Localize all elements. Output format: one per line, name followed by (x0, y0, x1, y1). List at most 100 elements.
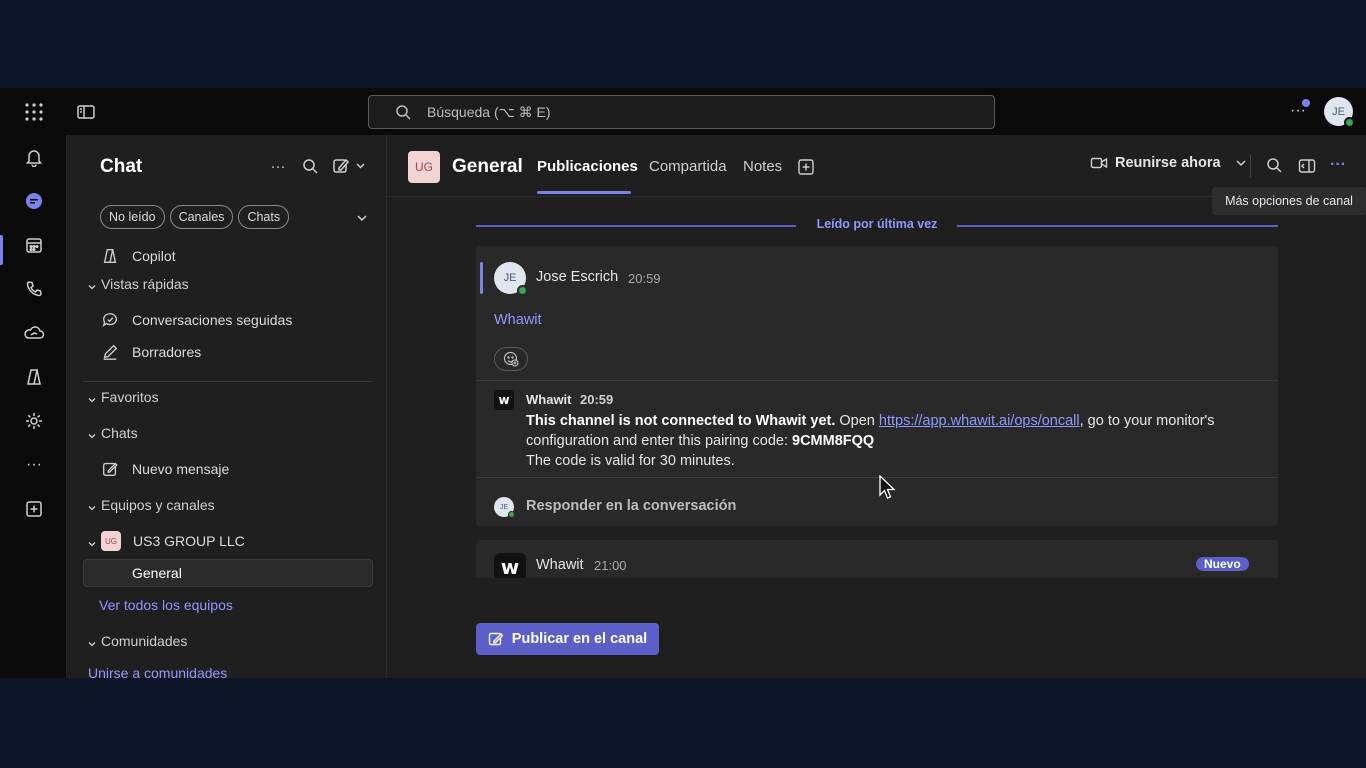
chat-list-pane: Chat ··· No leído Canales Chats Copilot … (67, 135, 387, 678)
chevron-down-icon (87, 536, 97, 547)
more-options-icon[interactable]: ··· (269, 157, 287, 175)
filter-unread[interactable]: No leído (100, 205, 165, 229)
compose-icon (100, 459, 120, 479)
avatar[interactable]: JE (494, 262, 528, 296)
sidebar-toggle-icon[interactable] (76, 102, 96, 122)
tooltip: Más opciones de canal (1212, 187, 1366, 215)
section-label: Equipos y canales (101, 497, 215, 513)
channel-general-item[interactable]: General (132, 565, 182, 581)
divider-line (957, 225, 1278, 227)
chevron-down-icon (87, 392, 97, 403)
teams-window: ··· JE ··· (0, 88, 1366, 678)
drafts-item[interactable]: Borradores (100, 342, 201, 362)
search-icon[interactable] (1266, 157, 1284, 175)
new-message-label: Nuevo mensaje (132, 461, 230, 477)
emoji-add-icon (503, 351, 519, 367)
drafts-label: Borradores (132, 344, 202, 360)
post-button-label: Publicar en el canal (511, 631, 648, 647)
whawit-logo: w (494, 553, 526, 578)
join-communities-link[interactable]: Unirse a comunidades (88, 665, 227, 678)
tab-shared[interactable]: Compartida (649, 158, 727, 175)
video-camera-icon (1090, 154, 1108, 172)
post-in-channel-button[interactable]: Publicar en el canal (476, 623, 659, 655)
section-label: Favoritos (101, 389, 159, 405)
calendar-icon[interactable] (22, 233, 46, 257)
see-all-teams-link[interactable]: Ver todos los equipos (99, 597, 233, 613)
section-label: Comunidades (101, 633, 188, 649)
section-communities[interactable]: Comunidades (87, 633, 187, 649)
section-chats[interactable]: Chats (87, 425, 138, 441)
new-message-item[interactable]: Nuevo mensaje (100, 459, 229, 479)
team-us3-group[interactable]: UG US3 GROUP LLC (87, 531, 245, 551)
search-input[interactable] (427, 104, 994, 120)
add-tab-icon[interactable] (797, 158, 815, 176)
compose-icon (488, 631, 504, 647)
whawit-logo: w (494, 390, 514, 410)
more-channel-options-icon[interactable]: ··· (1330, 157, 1348, 175)
copilot-item[interactable]: Copilot (100, 246, 176, 266)
header-separator (1250, 155, 1251, 177)
section-teams-channels[interactable]: Equipos y canales (87, 497, 215, 513)
filter-chats[interactable]: Chats (238, 205, 290, 229)
reply-divider (476, 477, 1278, 478)
section-quick-views[interactable]: Vistas rápidas (87, 276, 189, 292)
search-bar[interactable] (368, 95, 995, 129)
avatar-initials: JE (499, 503, 509, 511)
chevron-down-icon (87, 636, 97, 647)
divider-line (476, 225, 796, 227)
message-author[interactable]: Whawit (536, 557, 584, 573)
filter-chips: No leído Canales Chats (100, 205, 290, 229)
presence-available-icon (517, 285, 528, 296)
reply-text: Open (835, 413, 879, 429)
message-thread: JE Jose Escrich 20:59 Whawit w Whawit 20… (476, 246, 1278, 526)
meet-now-button[interactable]: Reunirse ahora (1090, 154, 1247, 172)
reply-in-thread-button[interactable]: Responder en la conversación (526, 498, 736, 514)
message-timestamp: 21:00 (594, 558, 627, 573)
calls-icon[interactable] (22, 277, 46, 301)
message-body[interactable]: Whawit (494, 312, 542, 328)
chevron-down-icon (87, 428, 97, 439)
pairing-code: 9CMM8FQQ (792, 433, 875, 449)
followed-conversations-item[interactable]: Conversaciones seguidas (100, 310, 292, 330)
chevron-down-icon (87, 500, 97, 511)
meet-now-label: Reunirse ahora (1115, 155, 1221, 171)
open-side-panel-icon[interactable] (1298, 157, 1316, 175)
copilot-label: Copilot (132, 248, 176, 264)
chevron-down-icon[interactable] (1235, 157, 1247, 169)
team-name: US3 GROUP LLC (133, 533, 245, 549)
add-apps-icon[interactable] (22, 497, 46, 521)
more-apps-icon[interactable]: ··· (22, 453, 46, 477)
chat-icon[interactable] (22, 189, 46, 213)
message-author[interactable]: Jose Escrich (536, 269, 618, 285)
active-tab-indicator (537, 191, 631, 194)
channel-general-row[interactable] (83, 559, 373, 587)
copilot-icon[interactable] (22, 365, 46, 389)
search-icon[interactable] (301, 157, 319, 175)
tab-notes[interactable]: Notes (743, 158, 782, 175)
followed-icon (100, 310, 120, 330)
channel-title: General (452, 156, 523, 177)
unread-accent-bar (480, 262, 483, 294)
link-label: Ver todos los equipos (99, 597, 233, 613)
search-icon (395, 104, 411, 120)
pairing-url-link[interactable]: https://app.whawit.ai/ops/oncall (879, 413, 1080, 429)
section-favorites[interactable]: Favoritos (87, 389, 159, 405)
apps-icon[interactable] (22, 409, 46, 433)
chevron-down-icon (87, 279, 97, 290)
app-launcher-icon[interactable] (22, 100, 46, 124)
rail-active-indicator (0, 235, 3, 265)
filter-channels[interactable]: Canales (169, 205, 234, 229)
tab-posts[interactable]: Publicaciones (537, 158, 638, 175)
filter-expand-icon[interactable] (355, 211, 369, 225)
bell-icon[interactable] (22, 145, 46, 169)
followed-label: Conversaciones seguidas (132, 312, 293, 328)
channel-label: General (132, 565, 182, 581)
avatar-initials: JE (503, 272, 517, 284)
new-chat-icon[interactable] (333, 157, 365, 175)
reply-divider (476, 380, 1278, 381)
add-reaction-button[interactable] (494, 347, 528, 371)
presence-available-icon (1344, 117, 1355, 128)
reply-author[interactable]: Whawit (526, 392, 572, 407)
onedrive-icon[interactable] (22, 321, 46, 345)
profile-avatar[interactable]: JE (1324, 97, 1355, 128)
